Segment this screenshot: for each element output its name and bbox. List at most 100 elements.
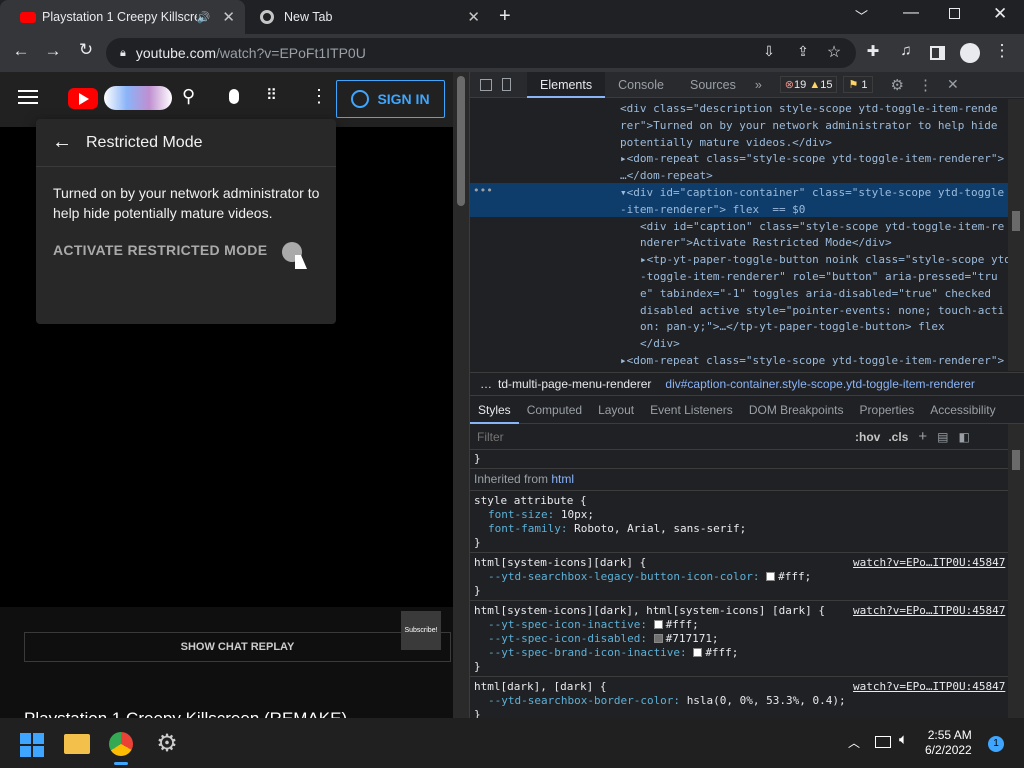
notification-badge[interactable]: 1 bbox=[988, 736, 1004, 752]
dom-node-line[interactable]: potentially mature videos.</div> bbox=[620, 135, 832, 152]
toggle-sidebar-icon[interactable]: ◧ bbox=[958, 430, 969, 444]
source-link[interactable]: watch?v=EPo…ITP0U:45847 bbox=[853, 680, 1005, 694]
tab-sources[interactable]: Sources bbox=[677, 72, 749, 98]
doodle-icon[interactable] bbox=[104, 86, 172, 110]
css-property[interactable]: --ytd-searchbox-border-color: hsla(0, 0%… bbox=[488, 694, 846, 708]
source-link[interactable]: watch?v=EPo…ITP0U:45847 bbox=[853, 604, 1005, 618]
scrollbar-thumb[interactable] bbox=[457, 76, 465, 206]
address-bar[interactable]: 🔒︎ youtube.com/watch?v=EPoFt1ITP0U ⇩ ⇪ ☆ bbox=[106, 38, 856, 68]
forward-icon[interactable]: → bbox=[40, 41, 66, 61]
dom-node-line[interactable]: </div> bbox=[640, 336, 680, 353]
element-state-icon[interactable]: ▤ bbox=[937, 430, 948, 444]
css-property[interactable]: --ytd-searchbox-legacy-button-icon-color… bbox=[488, 570, 811, 584]
hov-toggle[interactable]: :hov bbox=[855, 430, 880, 444]
breadcrumb-item[interactable]: td-multi-page-menu-renderer bbox=[498, 377, 651, 391]
css-selector[interactable]: html[dark], [dark] { bbox=[474, 680, 606, 694]
dom-node-line[interactable]: -toggle-item-renderer" role="button" ari… bbox=[640, 269, 998, 286]
network-icon[interactable] bbox=[875, 736, 891, 748]
breadcrumb-item[interactable]: … bbox=[480, 377, 492, 391]
tab-console[interactable]: Console bbox=[605, 72, 677, 98]
color-swatch-icon[interactable] bbox=[653, 620, 663, 629]
chevron-down-icon[interactable]: ﹀ bbox=[855, 6, 868, 25]
chevron-up-icon[interactable]: ︿ bbox=[848, 734, 860, 751]
share-icon[interactable]: ⇪ bbox=[790, 43, 816, 60]
subtab-styles[interactable]: Styles bbox=[470, 397, 519, 424]
filter-input[interactable] bbox=[477, 429, 847, 444]
restore-icon[interactable] bbox=[949, 8, 960, 19]
microphone-icon[interactable] bbox=[229, 89, 239, 104]
styles-scrollbar[interactable] bbox=[1008, 424, 1024, 718]
dom-node-line[interactable]: ▸<dom-repeat class="style-scope ytd-togg… bbox=[620, 353, 1004, 370]
minimize-icon[interactable]: — bbox=[903, 4, 919, 22]
dom-node-line[interactable]: ▸<tp-yt-paper-toggle-button noink class=… bbox=[640, 252, 1008, 269]
cls-toggle[interactable]: .cls bbox=[888, 430, 908, 444]
styles-pane[interactable]: } Inherited from html style attribute {fon… bbox=[470, 450, 1008, 718]
source-link[interactable]: watch?v=EPo…ITP0U:45847 bbox=[853, 556, 1005, 570]
show-chat-replay-button[interactable]: SHOW CHAT REPLAY bbox=[24, 632, 451, 662]
dom-node-line[interactable]: …</dom-repeat> bbox=[620, 168, 713, 185]
dom-node-line[interactable]: <div class="description style-scope ytd-… bbox=[620, 101, 998, 118]
system-clock[interactable]: 2:55 AM 6/2/2022 bbox=[925, 728, 972, 758]
tab-new-tab[interactable]: New Tab ✕ bbox=[250, 0, 490, 34]
dom-node-line[interactable]: e" tabindex="-1" toggles aria-disabled="… bbox=[640, 286, 991, 303]
close-devtools-icon[interactable]: ✕ bbox=[947, 76, 959, 93]
dom-node-line[interactable]: ▸<dom-repeat class="style-scope ytd-togg… bbox=[620, 151, 1004, 168]
color-swatch-icon[interactable] bbox=[693, 648, 703, 657]
sign-in-button[interactable]: SIGN IN bbox=[336, 80, 445, 118]
css-selector[interactable]: html[system-icons][dark] { bbox=[474, 556, 646, 570]
subtab-dom-breakpoints[interactable]: DOM Breakpoints bbox=[741, 397, 852, 424]
tab-elements[interactable]: Elements bbox=[527, 71, 606, 98]
subtab-layout[interactable]: Layout bbox=[590, 397, 642, 424]
kebab-menu-icon[interactable]: ⋮ bbox=[989, 41, 1015, 61]
new-rule-icon[interactable]: + bbox=[918, 428, 927, 445]
devtools-menu-icon[interactable]: ⋮ bbox=[918, 76, 933, 94]
youtube-logo-icon[interactable] bbox=[68, 88, 98, 109]
install-icon[interactable]: ⇩ bbox=[756, 43, 782, 60]
ellipsis-icon[interactable]: ••• bbox=[473, 183, 493, 200]
dom-node-line[interactable]: on: pan-y;">…</tp-yt-paper-toggle-button… bbox=[640, 319, 945, 336]
dom-node-line[interactable]: -item-renderer"> flex == $0 bbox=[620, 202, 805, 219]
reload-icon[interactable]: ↻ bbox=[73, 40, 99, 60]
more-tabs-button[interactable]: » bbox=[749, 72, 768, 98]
dom-node-line[interactable]: disabled active style="pointer-events: n… bbox=[640, 303, 1004, 320]
windows-start-icon[interactable] bbox=[20, 733, 44, 757]
settings-taskbar-icon[interactable]: ⚙ bbox=[152, 729, 182, 759]
volume-icon[interactable]: 🔈︎ bbox=[899, 731, 908, 748]
css-selector[interactable]: html[system-icons][dark], html[system-ic… bbox=[474, 604, 825, 618]
dom-node-line[interactable]: rer">Turned on by your network administr… bbox=[620, 118, 998, 135]
error-count[interactable]: ⊗19 ▲15 bbox=[779, 76, 838, 93]
color-swatch-icon[interactable] bbox=[766, 572, 776, 581]
apps-grid-icon[interactable]: ⠿ bbox=[266, 86, 277, 104]
new-tab-icon[interactable]: + bbox=[499, 5, 511, 28]
css-property[interactable]: --yt-spec-icon-disabled: #717171; bbox=[488, 632, 719, 646]
color-swatch-icon[interactable] bbox=[653, 634, 663, 643]
css-selector[interactable]: style attribute { bbox=[474, 494, 587, 508]
device-toolbar-icon[interactable] bbox=[502, 78, 511, 91]
hamburger-icon[interactable] bbox=[18, 90, 38, 104]
dom-scrollbar[interactable] bbox=[1008, 99, 1024, 371]
tab-youtube[interactable]: Playstation 1 Creepy Killscreen (REMAKE)… bbox=[0, 0, 245, 34]
breadcrumb-item[interactable]: div#caption-container.style-scope.ytd-to… bbox=[665, 377, 975, 391]
inherited-node-link[interactable]: html bbox=[551, 472, 574, 486]
file-explorer-icon[interactable] bbox=[64, 734, 90, 754]
settings-kebab-icon[interactable]: ⋮ bbox=[310, 86, 328, 107]
bookmark-star-icon[interactable]: ☆ bbox=[821, 42, 847, 62]
issues-count[interactable]: ⚑ 1 bbox=[843, 76, 873, 93]
media-icon[interactable]: ♫ bbox=[893, 42, 919, 59]
gear-icon[interactable]: ⚙ bbox=[891, 76, 904, 94]
audio-icon[interactable]: 🔊 bbox=[197, 11, 211, 24]
search-icon[interactable]: ⚲ bbox=[182, 86, 195, 107]
profile-avatar[interactable] bbox=[960, 43, 980, 63]
extensions-icon[interactable]: ✚ bbox=[860, 42, 886, 60]
side-panel-icon[interactable] bbox=[930, 46, 945, 60]
subtab-properties[interactable]: Properties bbox=[852, 397, 923, 424]
css-property[interactable]: font-family: Roboto, Arial, sans-serif; bbox=[488, 522, 746, 536]
inspect-icon[interactable] bbox=[480, 78, 492, 91]
back-icon[interactable]: ← bbox=[8, 41, 34, 61]
chrome-taskbar-icon[interactable] bbox=[109, 732, 133, 756]
close-window-icon[interactable]: ✕ bbox=[993, 4, 1007, 24]
css-property[interactable]: font-size: 10px; bbox=[488, 508, 594, 522]
subtab-event-listeners[interactable]: Event Listeners bbox=[642, 397, 741, 424]
css-property[interactable]: --yt-spec-icon-inactive: #fff; bbox=[488, 618, 699, 632]
close-tab-icon[interactable]: ✕ bbox=[467, 8, 480, 26]
